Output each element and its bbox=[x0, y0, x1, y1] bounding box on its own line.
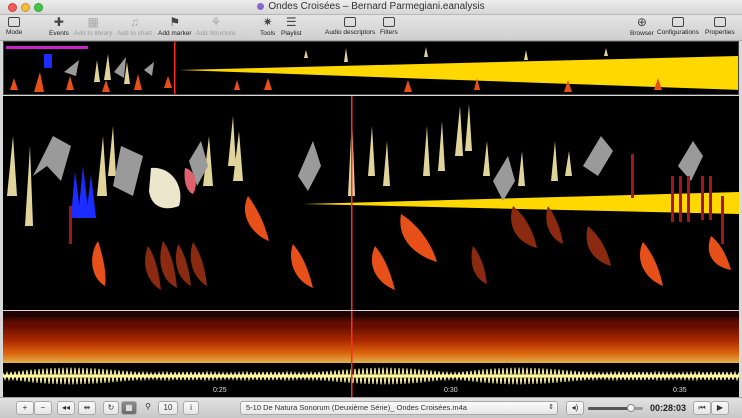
rewind-icon: ◂◂ bbox=[61, 403, 71, 412]
time-readout: 00:28:03 bbox=[650, 403, 687, 413]
overview-blue-event bbox=[44, 54, 52, 68]
gear-icon: ✷ bbox=[262, 15, 273, 29]
add-structure-label: Add Structure bbox=[196, 30, 236, 37]
cream-lobe-event bbox=[149, 167, 181, 209]
play-icon: ▶ bbox=[716, 403, 724, 412]
zoom-window-button[interactable] bbox=[34, 3, 43, 12]
fit-icon: ⇹ bbox=[83, 403, 91, 412]
grid-icon: ▦ bbox=[125, 403, 133, 412]
waveform-graphics bbox=[3, 363, 739, 397]
list-icon: ☰ bbox=[285, 15, 297, 29]
add-to-chart-button[interactable]: ♫ Add to chart bbox=[117, 15, 153, 38]
add-structure-button[interactable]: ⚘ Add Structure bbox=[196, 15, 236, 38]
tools-button[interactable]: ✷ Tools bbox=[260, 15, 276, 38]
structure-icon: ⚘ bbox=[210, 15, 222, 29]
plus-icon: ✚ bbox=[53, 15, 64, 29]
window-title-group: Ondes Croisées – Bernard Parmegiani.eana… bbox=[257, 1, 485, 12]
track-select[interactable]: 5-10 De Natura Sonorum (Deuxième Série)_… bbox=[240, 401, 558, 415]
filters-icon bbox=[382, 17, 395, 27]
waveform: 0:25 0:30 0:35 bbox=[3, 363, 739, 397]
track-select-value: 5-10 De Natura Sonorum (Deuxième Série)_… bbox=[246, 403, 467, 412]
overview-yellow-sweep bbox=[179, 56, 738, 90]
events-label: Events bbox=[49, 30, 69, 37]
back-to-start-button[interactable]: ◂◂ bbox=[57, 401, 75, 415]
overview-selection-bar bbox=[6, 46, 88, 49]
mode-icon bbox=[8, 17, 21, 27]
toolbar: Mode ✚ Events ▦ Add to library ♫ Add to … bbox=[0, 15, 742, 41]
add-marker-button[interactable]: ⚑ Add marker bbox=[158, 15, 192, 38]
search-button[interactable]: ⚲ bbox=[140, 401, 156, 415]
minimize-window-button[interactable] bbox=[21, 3, 30, 12]
speaker-icon: ◂) bbox=[571, 403, 579, 412]
window-title: Ondes Croisées – Bernard Parmegiani.eana… bbox=[268, 1, 485, 12]
spectrogram-graphics bbox=[3, 311, 739, 363]
playlist-button[interactable]: ☰ Playlist bbox=[281, 15, 302, 38]
playhead-line[interactable] bbox=[351, 96, 353, 310]
zoom-value[interactable]: 10 bbox=[158, 401, 178, 415]
fit-button[interactable]: ⇹ bbox=[78, 401, 96, 415]
volume-slider-fill bbox=[588, 407, 631, 410]
filters-label: Filters bbox=[380, 29, 398, 36]
browser-icon: ⊕ bbox=[636, 15, 647, 29]
browser-button[interactable]: ⊕ Browser bbox=[630, 15, 654, 38]
timeline-tick: 0:30 bbox=[444, 387, 458, 394]
info-button[interactable]: i bbox=[183, 401, 199, 415]
overview-strip[interactable] bbox=[3, 41, 739, 95]
event-graphics bbox=[7, 96, 739, 310]
chevron-updown-icon: ⇕ bbox=[548, 404, 554, 411]
add-marker-label: Add marker bbox=[158, 30, 192, 37]
document-icon bbox=[257, 2, 265, 10]
loop-button[interactable]: ↻ bbox=[103, 401, 119, 415]
grey-texture-events bbox=[33, 136, 703, 201]
events-button[interactable]: ✚ Events bbox=[49, 15, 69, 38]
configurations-label: Configurations bbox=[657, 29, 699, 36]
add-to-chart-label: Add to chart bbox=[117, 30, 153, 37]
playlist-label: Playlist bbox=[281, 30, 302, 37]
overview-graphics bbox=[6, 42, 738, 94]
tools-label: Tools bbox=[260, 30, 276, 37]
properties-icon bbox=[713, 17, 726, 27]
timeline-tick: 0:35 bbox=[673, 387, 687, 394]
browser-label: Browser bbox=[630, 30, 654, 37]
zoom-out-button[interactable]: − bbox=[34, 401, 52, 415]
transport-bar: + − ◂◂ ⇹ ↻ ▦ ⚲ 10 i 5-10 De Natura Sonor… bbox=[0, 397, 742, 418]
chart-icon: ♫ bbox=[130, 15, 140, 29]
add-to-library-button[interactable]: ▦ Add to library bbox=[74, 15, 113, 38]
spectrogram-playhead bbox=[351, 311, 353, 363]
audio-descriptors-label: Audio descriptors bbox=[325, 29, 376, 36]
title-bar: Ondes Croisées – Bernard Parmegiani.eana… bbox=[0, 0, 742, 15]
mode-button[interactable]: Mode bbox=[6, 16, 22, 36]
blue-cluster-event bbox=[71, 166, 96, 218]
filters-button[interactable]: Filters bbox=[380, 16, 398, 36]
audio-descriptors-icon bbox=[344, 17, 357, 27]
close-window-button[interactable] bbox=[8, 3, 17, 12]
zoom-in-button[interactable]: + bbox=[16, 401, 34, 415]
play-button[interactable]: ▶ bbox=[711, 401, 729, 415]
grid-view-button[interactable]: ▦ bbox=[121, 401, 137, 415]
properties-label: Properties bbox=[705, 29, 735, 36]
event-view[interactable] bbox=[3, 96, 739, 310]
add-to-library-label: Add to library bbox=[74, 30, 113, 37]
skip-back-icon: ⏮ bbox=[698, 403, 706, 412]
configurations-icon bbox=[671, 17, 684, 27]
waveform-playhead bbox=[351, 363, 353, 397]
flag-icon: ⚑ bbox=[169, 15, 181, 29]
grid-icon: ▦ bbox=[87, 15, 99, 29]
previous-button[interactable]: ⏮ bbox=[693, 401, 711, 415]
audio-descriptors-button[interactable]: Audio descriptors bbox=[325, 16, 375, 36]
timeline-tick: 0:25 bbox=[213, 387, 227, 394]
magnifier-icon: ⚲ bbox=[145, 402, 151, 411]
mode-label: Mode bbox=[6, 29, 23, 36]
spectrogram bbox=[3, 311, 739, 363]
configurations-button[interactable]: Configurations bbox=[657, 16, 699, 36]
properties-button[interactable]: Properties bbox=[705, 16, 735, 36]
loop-icon: ↻ bbox=[107, 403, 115, 412]
volume-slider-knob[interactable] bbox=[626, 404, 635, 412]
volume-button[interactable]: ◂) bbox=[566, 401, 584, 415]
volume-slider[interactable] bbox=[588, 404, 643, 412]
overview-playhead bbox=[174, 42, 176, 94]
